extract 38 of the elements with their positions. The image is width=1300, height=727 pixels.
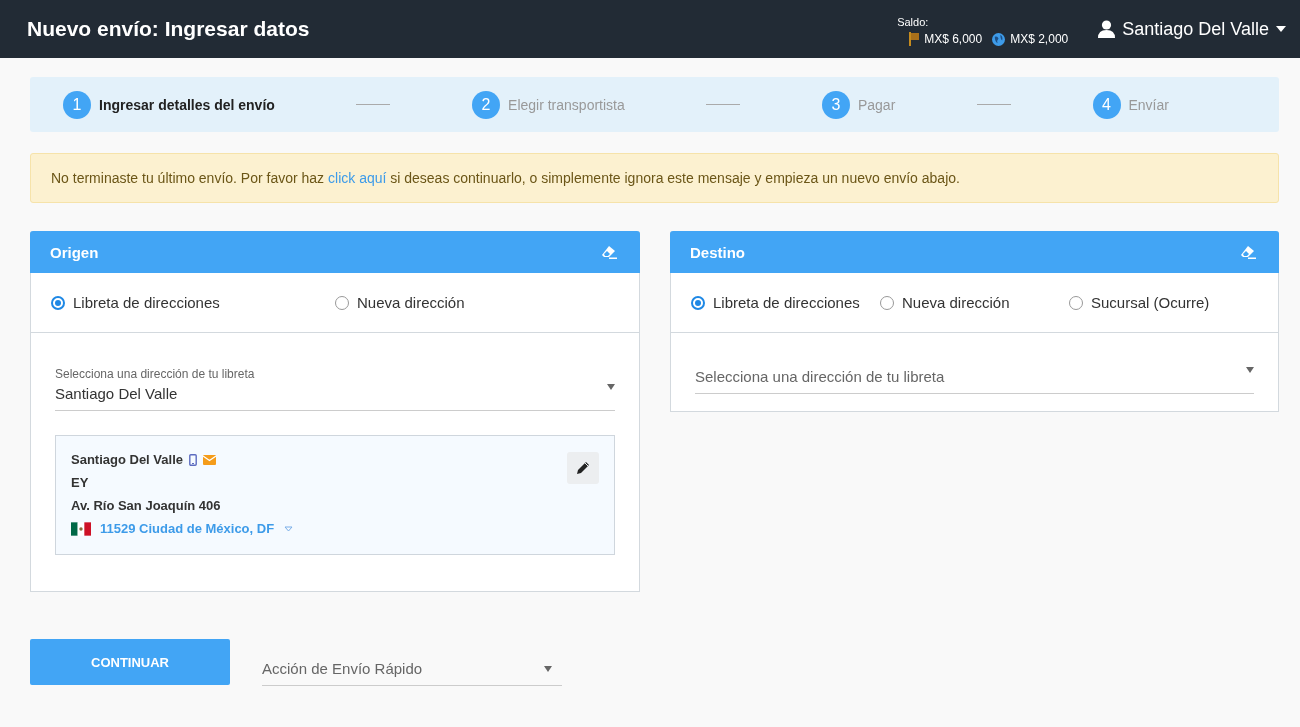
eraser-icon[interactable] [1240, 245, 1257, 259]
address-dropdown[interactable]: Selecciona una dirección de tu libreta Santiago Del Valle [55, 367, 615, 411]
balance-label: Saldo: [897, 16, 930, 28]
user-icon [1098, 20, 1116, 38]
flag-icon [909, 32, 920, 46]
radio-option[interactable]: Sucursal (Ocurre) [1069, 294, 1258, 311]
warning-message: No terminaste tu último envío. Por favor haz click aquí si deseas continuarlo, o simplemente ignora este mensaje y empieza un nuevo envío abajo. [51, 170, 960, 186]
radio-option[interactable]: Libreta de direcciones [691, 294, 880, 311]
company-name: EY [71, 475, 90, 490]
step-label[interactable]: Ingresar detalles del envío [99, 96, 275, 113]
mexico-flag-icon [71, 521, 91, 536]
street-address: Av. Río San Joaquín 406 [71, 498, 222, 513]
radio-button[interactable] [691, 295, 705, 310]
edit-button[interactable] [567, 452, 599, 484]
globe-icon [992, 32, 1006, 46]
caret-icon [1276, 26, 1286, 32]
user-menu[interactable]: Santiago Del Valle [1098, 18, 1286, 40]
envelope-icon [203, 454, 216, 465]
panel-title: Origen [50, 243, 99, 261]
balance-amount: MX$ 2,000 [1010, 32, 1069, 46]
panel-title: Destino [690, 243, 745, 261]
eraser-icon[interactable] [601, 245, 618, 259]
address-dropdown[interactable]: Selecciona una dirección de tu libreta [695, 367, 1254, 394]
quick-action-dropdown[interactable]: Acción de Envío Rápido [262, 660, 562, 686]
radio-option[interactable]: Nueva dirección [335, 294, 619, 311]
radio-button[interactable] [51, 295, 65, 310]
city-postal-code[interactable]: 11529 Ciudad de México, DF [100, 521, 275, 536]
caret-icon [1246, 367, 1254, 373]
caret-icon [544, 665, 552, 672]
chevron-down-icon[interactable] [284, 525, 294, 532]
pencil-icon [576, 461, 590, 475]
page-title: Nuevo envío: Ingresar datos [27, 17, 311, 41]
radio-option[interactable]: Libreta de direcciones [51, 294, 335, 311]
balance-amount: MX$ 6,000 [924, 32, 983, 46]
phone-icon [189, 453, 197, 466]
caret-icon [607, 384, 615, 390]
contact-name: Santiago Del Valle [71, 452, 183, 467]
radio-option[interactable]: Nueva dirección [880, 294, 1069, 311]
